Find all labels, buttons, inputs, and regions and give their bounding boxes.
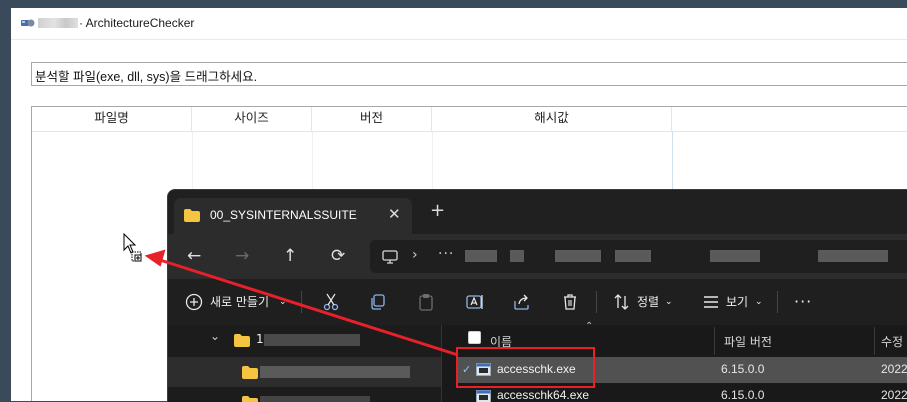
refresh-button[interactable]: ⟳ bbox=[331, 246, 345, 266]
folder-icon bbox=[184, 209, 200, 222]
view-icon bbox=[701, 292, 721, 312]
redacted-folder-name bbox=[260, 396, 370, 402]
column-version[interactable]: 버전 bbox=[312, 107, 432, 131]
more-options-button[interactable]: ··· bbox=[794, 291, 812, 313]
address-box[interactable]: › ··· bbox=[370, 240, 907, 273]
rename-icon[interactable] bbox=[465, 292, 485, 312]
app-icon bbox=[21, 17, 35, 29]
column-size[interactable]: 사이즈 bbox=[192, 107, 312, 131]
column-divider[interactable] bbox=[874, 327, 875, 355]
drag-copy-cursor-icon bbox=[123, 233, 145, 265]
tree-item[interactable] bbox=[168, 389, 441, 402]
tree-item[interactable]: ⌄ 1 bbox=[168, 325, 441, 355]
tree-item-selected[interactable] bbox=[168, 357, 441, 387]
redacted-path bbox=[555, 250, 601, 262]
redacted-path bbox=[615, 250, 651, 262]
folder-icon bbox=[234, 334, 250, 347]
redacted-path bbox=[710, 250, 760, 262]
share-icon[interactable] bbox=[512, 292, 532, 312]
chevron-down-icon: ⌄ bbox=[755, 291, 763, 313]
close-icon[interactable]: ✕ bbox=[388, 205, 401, 223]
copy-icon[interactable] bbox=[368, 292, 388, 312]
column-hash[interactable]: 해시값 bbox=[432, 107, 672, 131]
sort-up-icon: ⌃ bbox=[585, 321, 593, 332]
folder-icon bbox=[242, 366, 258, 379]
breadcrumb-separator: › bbox=[412, 247, 418, 263]
column-file-version[interactable]: 파일 버전 bbox=[724, 333, 772, 350]
column-divider[interactable] bbox=[714, 327, 715, 355]
toolbar-divider bbox=[596, 291, 597, 313]
chevron-down-icon: ⌄ bbox=[279, 291, 287, 313]
redacted-path bbox=[465, 250, 497, 262]
plus-circle-icon bbox=[184, 292, 204, 312]
redacted-folder-name bbox=[260, 366, 410, 378]
drop-instruction-field[interactable]: 분석할 파일(exe, dll, sys)을 드래그하세요. bbox=[31, 62, 907, 86]
back-button[interactable]: ← bbox=[187, 246, 201, 266]
up-button[interactable]: ↑ bbox=[283, 246, 297, 266]
file-version: 6.15.0.0 bbox=[721, 362, 764, 376]
file-modified: 2022 bbox=[881, 388, 907, 402]
redacted-title-part bbox=[38, 18, 78, 28]
file-modified: 2022 bbox=[881, 362, 907, 376]
breadcrumb-more[interactable]: ··· bbox=[438, 246, 454, 262]
tab-strip: 00_SYSINTERNALSSUITE ✕ + bbox=[168, 190, 907, 234]
expand-chevron-icon[interactable]: ⌄ bbox=[210, 329, 220, 343]
forward-button[interactable]: → bbox=[235, 246, 249, 266]
list-header: 파일명 사이즈 버전 해시값 bbox=[32, 107, 907, 132]
command-bar: 새로 만들기 ⌄ bbox=[168, 279, 907, 326]
view-button[interactable]: 보기 bbox=[726, 291, 748, 313]
paste-icon[interactable] bbox=[416, 292, 436, 312]
redacted-path bbox=[818, 250, 888, 262]
tab-title: 00_SYSINTERNALSSUITE bbox=[210, 208, 357, 222]
toolbar-divider bbox=[301, 291, 302, 313]
highlight-box bbox=[456, 347, 595, 388]
sort-button[interactable]: 정렬 bbox=[637, 291, 659, 313]
address-bar-row: ← → ↑ ⟳ › ··· bbox=[168, 234, 907, 279]
redacted-path bbox=[510, 250, 524, 262]
sort-icon bbox=[612, 292, 632, 312]
monitor-icon bbox=[382, 250, 398, 264]
folder-icon bbox=[242, 396, 258, 402]
window-title: · ArchitectureChecker bbox=[79, 16, 194, 30]
delete-icon[interactable] bbox=[560, 292, 580, 312]
exe-file-icon bbox=[476, 390, 491, 402]
column-filename[interactable]: 파일명 bbox=[32, 107, 192, 131]
cut-icon[interactable] bbox=[321, 292, 341, 312]
new-button[interactable]: 새로 만들기 bbox=[210, 291, 269, 313]
select-all-checkbox[interactable] bbox=[468, 331, 481, 344]
toolbar-divider bbox=[777, 291, 778, 313]
new-tab-button[interactable]: + bbox=[430, 202, 445, 220]
column-modified[interactable]: 수정 bbox=[881, 333, 903, 350]
chevron-down-icon: ⌄ bbox=[665, 291, 673, 313]
redacted-folder-name bbox=[264, 334, 360, 346]
file-name: accesschk64.exe bbox=[497, 388, 589, 402]
tab-sysinternals[interactable]: 00_SYSINTERNALSSUITE ✕ bbox=[174, 198, 412, 234]
navigation-pane[interactable]: ⌄ 1 bbox=[168, 325, 442, 402]
title-bar[interactable]: · ArchitectureChecker bbox=[11, 8, 907, 40]
file-version: 6.15.0.0 bbox=[721, 388, 764, 402]
tree-item-label: 1 bbox=[256, 332, 264, 346]
